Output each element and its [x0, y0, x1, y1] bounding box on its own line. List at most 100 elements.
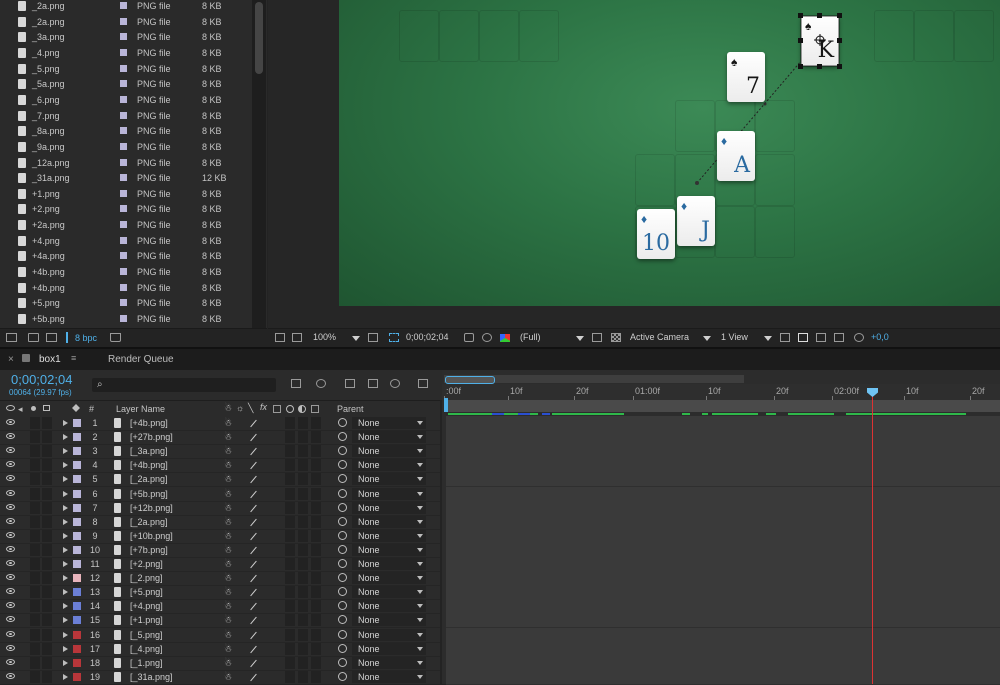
quality-switch-icon[interactable] — [250, 518, 257, 526]
solo-switch[interactable] — [30, 473, 40, 486]
layer-duration-bar[interactable] — [446, 472, 1000, 488]
layer-name[interactable]: [+4.png] — [130, 601, 163, 611]
effects-icon[interactable]: fx — [260, 402, 267, 412]
expand-triangle-icon[interactable] — [63, 673, 68, 680]
project-file-row[interactable]: _6.png PNG file 8 KB — [0, 93, 252, 109]
solo-switch[interactable] — [30, 558, 40, 570]
layer-label-color[interactable] — [73, 560, 81, 568]
lock-switch[interactable] — [42, 445, 52, 458]
switch-box[interactable] — [311, 558, 321, 570]
chevron-down-icon[interactable] — [417, 660, 423, 665]
chevron-down-icon[interactable] — [417, 421, 423, 425]
shy-switch-icon[interactable]: ☃ — [224, 615, 232, 626]
switch-box[interactable] — [285, 586, 295, 599]
eye-icon[interactable] — [6, 672, 15, 679]
layer-name[interactable]: [+1.png] — [130, 615, 163, 625]
color-channels-icon[interactable] — [500, 334, 510, 342]
chevron-down-icon[interactable] — [417, 604, 423, 609]
switch-box[interactable] — [285, 529, 295, 542]
layer-label-color[interactable] — [73, 461, 81, 470]
expand-triangle-icon[interactable] — [63, 518, 68, 525]
exposure-value[interactable]: +0,0 — [871, 332, 889, 342]
project-file-row[interactable]: _5a.png PNG file 8 KB — [0, 77, 252, 93]
expand-triangle-icon[interactable] — [63, 546, 68, 553]
switch-box[interactable] — [285, 628, 295, 641]
transparency-grid-icon[interactable] — [611, 333, 621, 342]
solo-switch[interactable] — [30, 586, 40, 599]
video-toggle-icon[interactable] — [6, 405, 15, 411]
switch-box[interactable] — [298, 614, 308, 627]
3d-layer-icon[interactable] — [311, 405, 319, 413]
eye-icon[interactable] — [6, 588, 15, 595]
layer-duration-bar[interactable] — [446, 627, 1000, 643]
eye-icon[interactable] — [6, 503, 15, 510]
eye-icon[interactable] — [6, 517, 15, 524]
quality-icon[interactable]: ╲ — [248, 403, 253, 414]
layer-row[interactable]: 7 [+12b.png] ☃ None — [0, 501, 440, 516]
layer-name[interactable]: [+5.png] — [130, 587, 163, 597]
expand-triangle-icon[interactable] — [63, 659, 68, 666]
chevron-down-icon[interactable] — [417, 505, 423, 510]
layer-label-color[interactable] — [73, 602, 81, 611]
project-file-row[interactable]: +5b.png PNG file 8 KB — [0, 312, 252, 328]
project-file-row[interactable]: _2a.png PNG file 8 KB — [0, 15, 252, 31]
eye-icon[interactable] — [6, 560, 15, 566]
eye-icon[interactable] — [6, 489, 15, 496]
switch-box[interactable] — [298, 543, 308, 556]
pickwhip-icon[interactable] — [338, 418, 347, 427]
project-file-row[interactable]: +1.png PNG file 8 KB — [0, 187, 252, 203]
switch-box[interactable] — [298, 459, 308, 472]
solo-switch[interactable] — [30, 487, 40, 500]
layer-label-color[interactable] — [73, 545, 81, 554]
layer-name[interactable]: [+2.png] — [130, 559, 163, 569]
solo-switch[interactable] — [30, 600, 40, 613]
pickwhip-icon[interactable] — [338, 474, 347, 484]
project-file-row[interactable]: +4.png PNG file 8 KB — [0, 234, 252, 250]
solo-switch[interactable] — [30, 543, 40, 556]
layer-name[interactable]: [+7b.png] — [130, 545, 168, 555]
project-file-row[interactable]: _9a.png PNG file 8 KB — [0, 140, 252, 156]
project-file-row[interactable]: _31a.png PNG file 12 KB — [0, 171, 252, 187]
chevron-down-icon[interactable] — [417, 562, 423, 566]
layer-row[interactable]: 3 [_3a.png] ☃ None — [0, 444, 440, 460]
project-file-row[interactable]: _5.png PNG file 8 KB — [0, 62, 252, 78]
switch-box[interactable] — [298, 445, 308, 458]
switch-box[interactable] — [298, 642, 308, 655]
layer-row[interactable]: 8 [_2a.png] ☃ None — [0, 515, 440, 530]
timeline-icon[interactable] — [816, 333, 826, 342]
shy-switch-icon[interactable]: ☃ — [224, 531, 232, 542]
switch-box[interactable] — [285, 572, 295, 585]
label-color-swatch[interactable] — [120, 33, 127, 41]
draft-3d-icon[interactable] — [316, 379, 326, 388]
project-file-row[interactable]: _8a.png PNG file 8 KB — [0, 124, 252, 140]
layer-name[interactable]: [+27b.png] — [130, 432, 173, 442]
show-snapshot-icon[interactable] — [482, 333, 492, 342]
switch-box[interactable] — [298, 600, 308, 613]
switch-box[interactable] — [285, 459, 295, 472]
switch-box[interactable] — [298, 417, 308, 429]
expand-triangle-icon[interactable] — [63, 575, 68, 582]
eye-icon[interactable] — [6, 475, 15, 482]
work-area-start-handle[interactable] — [444, 398, 448, 412]
switch-box[interactable] — [311, 459, 321, 472]
chevron-down-icon[interactable] — [417, 435, 423, 440]
quality-switch-icon[interactable] — [250, 560, 257, 569]
eye-icon[interactable] — [6, 644, 15, 651]
layer-row[interactable]: 6 [+5b.png] ☃ None — [0, 487, 440, 502]
pickwhip-icon[interactable] — [338, 460, 347, 470]
navigator-handle[interactable] — [445, 376, 495, 384]
pickwhip-icon[interactable] — [338, 671, 347, 681]
layer-duration-bar[interactable] — [446, 542, 1000, 558]
composition-canvas[interactable]: ♠ K ♠ 7 ♦ A ♦ J ♦ 10 — [339, 0, 1000, 306]
layer-label-color[interactable] — [73, 658, 81, 667]
region-of-interest-icon[interactable] — [389, 333, 399, 342]
quality-switch-icon[interactable] — [250, 462, 257, 470]
switch-box[interactable] — [311, 600, 321, 613]
monitor-icon[interactable] — [292, 333, 302, 342]
switch-box[interactable] — [311, 431, 321, 444]
pickwhip-icon[interactable] — [338, 432, 347, 442]
lock-switch[interactable] — [42, 670, 52, 683]
layer-label-color[interactable] — [73, 531, 81, 540]
work-area-bar[interactable] — [446, 400, 1000, 412]
layer-label-color[interactable] — [73, 672, 81, 681]
